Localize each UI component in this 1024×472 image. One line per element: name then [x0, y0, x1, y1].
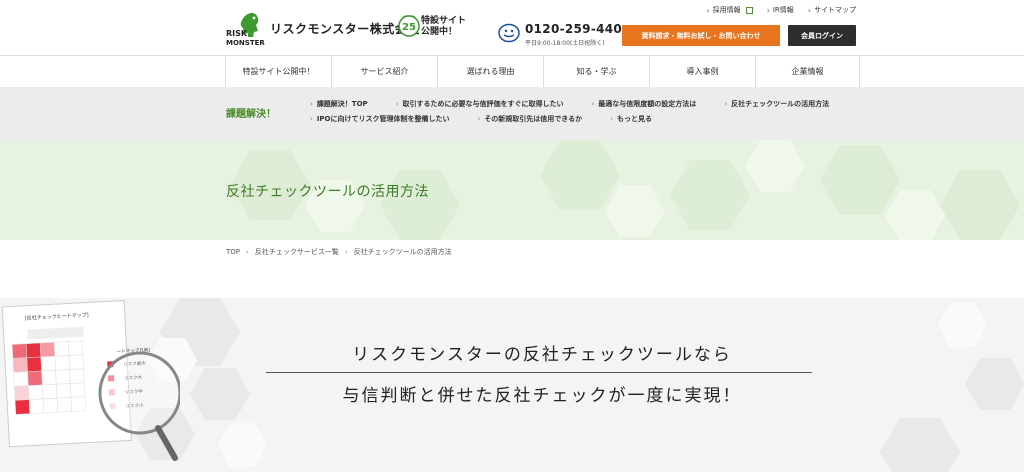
issue-link-more[interactable]: › もっと見る [610, 115, 666, 123]
svg-text:MONSTER: MONSTER [226, 39, 265, 46]
chevron-right-icon: › [706, 5, 710, 15]
top-link-recruit[interactable]: › 採用情報 [706, 5, 753, 15]
phone-number[interactable]: 0120-259-440 [525, 22, 622, 36]
chevron-right-icon: › [610, 115, 613, 123]
nav-item-services[interactable]: サービス紹介 [332, 56, 438, 87]
global-nav: 特設サイト公開中！ サービス紹介 選ばれる理由 知る・学ぶ 導入事例 企業情報 [0, 55, 1024, 87]
issue-links: › 課題解決！TOP › 取引するために必要な与信評価をすぐに取得したい › 最適な与信限… [310, 97, 870, 127]
chevron-right-icon: › [591, 100, 595, 108]
chevron-right-icon: › [395, 100, 399, 108]
issue-link-credit-eval[interactable]: › 取引するために必要な与信評価をすぐに取得したい [396, 100, 578, 108]
member-login-button[interactable]: 会員ログイン [788, 25, 856, 46]
nav-item-special-site[interactable]: 特設サイト公開中！ [226, 56, 332, 87]
chevron-right-icon: › [766, 5, 770, 15]
breadcrumb-top[interactable]: TOP [226, 248, 240, 256]
chevron-right-icon: › [344, 248, 348, 256]
page-title-band: 反社チェックツールの活用方法 [0, 140, 1024, 240]
hero-divider [266, 372, 812, 373]
issue-link-top[interactable]: › 課題解決！TOP [310, 100, 382, 108]
svg-text:RISK: RISK [226, 29, 248, 38]
chevron-right-icon: › [724, 100, 728, 108]
nav-item-company[interactable]: 企業情報 [756, 56, 860, 87]
top-link-sitemap[interactable]: › サイトマップ [808, 5, 856, 15]
issue-bar: 課題解決！ › 課題解決！TOP › 取引するために必要な与信評価をすぐに取得したい ›… [0, 87, 1024, 140]
breadcrumb-current: 反社チェックツールの活用方法 [353, 248, 452, 256]
special-site-link[interactable]: 特設サイト 公開中！ [421, 16, 466, 38]
chevron-right-icon: › [477, 115, 481, 123]
badge-number: 25 [402, 22, 416, 33]
chevron-right-icon: › [807, 5, 811, 15]
issue-link-new-partner[interactable]: › その新規取引先は信用できるか [478, 115, 597, 123]
hero-headline-line1: リスクモンスターの反社チェックツールなら [352, 345, 732, 365]
hexagon-pattern [230, 140, 1020, 240]
top-links: › 採用情報 › IR情報 › サイトマップ [706, 5, 856, 15]
issue-link-ipo[interactable]: › IPOに向けてリスク管理体制を整備したい [310, 115, 464, 123]
special-site-line1: 特設サイト [421, 16, 467, 26]
breadcrumb-service-list[interactable]: 反社チェックサービス一覧 [255, 247, 339, 257]
issue-link-credit-limit[interactable]: › 最適な与信限度額の設定方法は [591, 100, 710, 108]
nav-item-learn[interactable]: 知る・学ぶ [544, 56, 650, 87]
external-window-icon [745, 6, 753, 14]
chevron-right-icon: › [246, 248, 249, 256]
issue-title: 課題解決！ [226, 109, 276, 120]
free-dial-icon [498, 23, 520, 43]
issue-link-antisocial-tool[interactable]: › 反社チェックツールの活用方法 [724, 100, 843, 108]
request-info-button[interactable]: 資料請求・無料お試し・お問い合わせ [622, 25, 780, 46]
chevron-right-icon: › [310, 100, 313, 108]
hero-banner: [反社チェックヒートマップ] ートマップ凡例] リスク最大 リスク大 リスク中 … [0, 298, 1024, 472]
anniversary-badge-icon: 25 [398, 15, 420, 37]
page: RISK MONSTER リスクモンスター株式会社 25 特設サイト 公開中！ … [0, 0, 1024, 472]
special-site-line2: 公開中！ [421, 27, 458, 37]
site-header: RISK MONSTER リスクモンスター株式会社 25 特設サイト 公開中！ … [0, 0, 1024, 55]
nav-item-reasons[interactable]: 選ばれる理由 [438, 56, 544, 87]
risk-monster-logo[interactable]: RISK MONSTER [226, 10, 266, 46]
business-hours: 平日9:00-18:00(土日祝除く) [525, 40, 605, 47]
nav-item-case-studies[interactable]: 導入事例 [650, 56, 756, 87]
page-title: 反社チェックツールの活用方法 [226, 184, 429, 200]
hero-headline-line2: 与信判断と併せた反社チェックが一度に実現！ [342, 386, 742, 406]
top-link-ir[interactable]: › IR情報 [767, 5, 794, 15]
chevron-right-icon: › [310, 115, 313, 123]
breadcrumb: TOP › 反社チェックサービス一覧 › 反社チェックツールの活用方法 [226, 247, 452, 257]
